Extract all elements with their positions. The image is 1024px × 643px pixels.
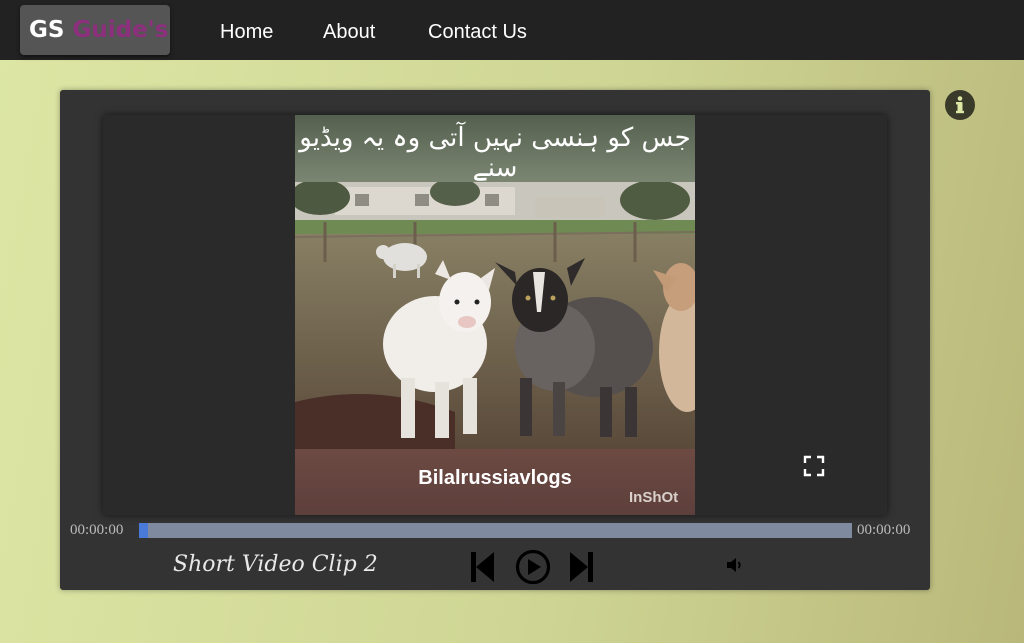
logo-text-gs: GS	[29, 17, 65, 43]
skip-next-icon[interactable]	[568, 550, 594, 584]
play-circle-icon[interactable]	[515, 549, 551, 585]
navbar: GS Guide's Home About Contact Us	[0, 0, 1024, 60]
video-caption: جس کو ہنسی نہیں آتی وہ یہ ویڈیو سنے	[299, 123, 691, 183]
duration-time: 00:00:00	[857, 522, 911, 538]
current-time: 00:00:00	[70, 522, 124, 538]
info-icon[interactable]	[945, 90, 975, 120]
clip-title: Short Video Clip 2	[173, 552, 378, 577]
nav-link-contact-us[interactable]: Contact Us	[428, 0, 527, 60]
skip-previous-icon[interactable]	[470, 550, 496, 584]
video-frame[interactable]: جس کو ہنسی نہیں آتی وہ یہ ویڈیو سنے Bila…	[103, 115, 887, 515]
nav-link-about[interactable]: About	[323, 0, 375, 60]
inshot-watermark: InShOt	[629, 489, 679, 506]
progress-bar[interactable]	[139, 523, 852, 538]
site-logo[interactable]: GS Guide's	[20, 5, 170, 55]
fullscreen-icon[interactable]	[803, 455, 825, 477]
logo-text-guides: Guide's	[72, 17, 169, 43]
progress-thumb[interactable]	[139, 523, 148, 538]
goats-scene-image	[295, 182, 695, 449]
nav-link-home[interactable]: Home	[220, 0, 273, 60]
video-thumbnail: جس کو ہنسی نہیں آتی وہ یہ ویڈیو سنے Bila…	[295, 115, 695, 515]
volume-icon[interactable]	[726, 556, 744, 574]
video-player: جس کو ہنسی نہیں آتی وہ یہ ویڈیو سنے Bila…	[60, 90, 930, 590]
channel-name: Bilalrussiavlogs	[418, 467, 572, 489]
